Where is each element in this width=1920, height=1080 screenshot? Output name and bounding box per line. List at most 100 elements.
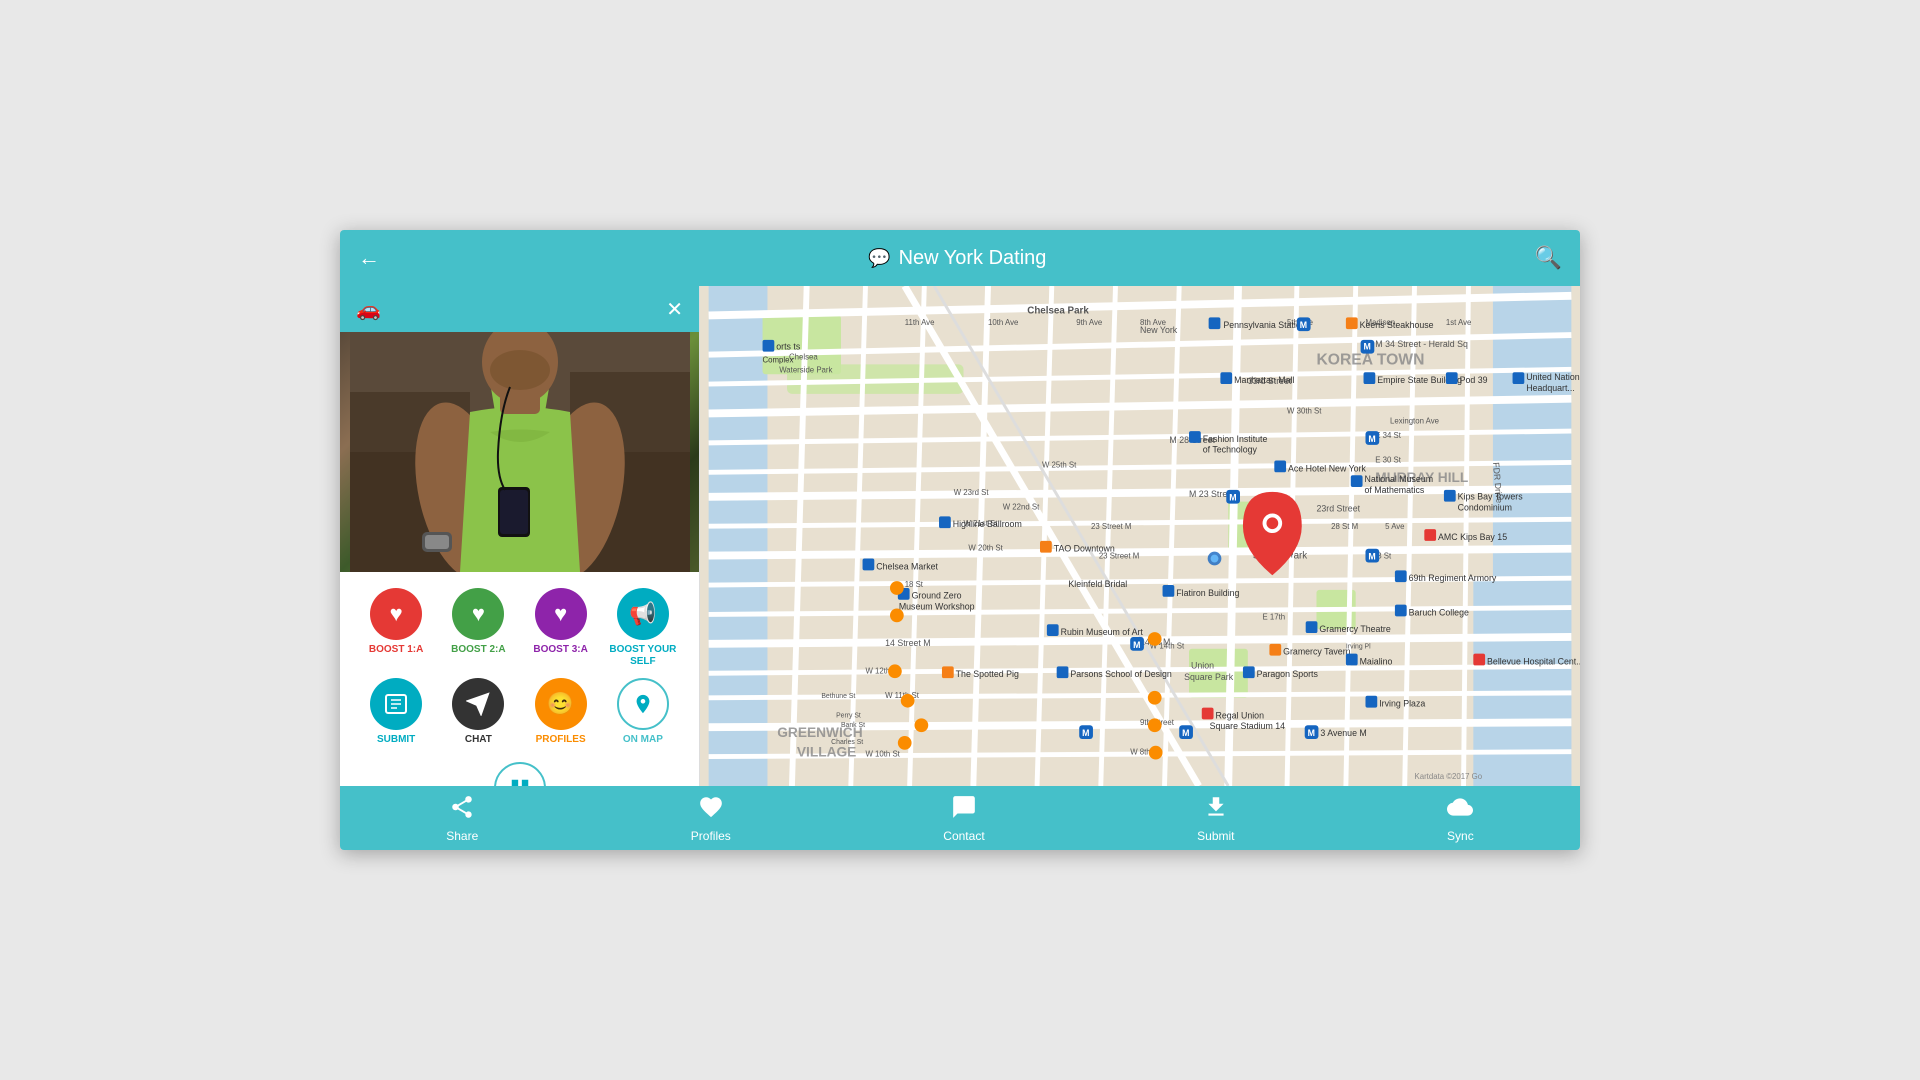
svg-text:E 17th: E 17th [1263, 612, 1286, 621]
svg-text:National Museum: National Museum [1365, 474, 1434, 484]
svg-text:Condominium: Condominium [1458, 503, 1512, 513]
svg-text:Square Park: Square Park [1184, 672, 1234, 682]
chat-button[interactable]: CHAT [442, 678, 514, 746]
svg-text:Gramercy Tavern: Gramercy Tavern [1283, 647, 1351, 657]
svg-text:Union: Union [1191, 660, 1214, 670]
boost-self-button[interactable]: 📢 BOOST YOUR SELF [607, 588, 679, 668]
map-svg: M 34 Street - Herald Sq 33rd Street W 30… [700, 286, 1580, 786]
header-title-wrap: 💬 New York Dating [868, 247, 1046, 270]
tab-share-label: Share [446, 829, 478, 843]
svg-text:69th Regiment Armory: 69th Regiment Armory [1409, 573, 1497, 583]
chat-label: CHAT [465, 734, 492, 746]
svg-text:Flatiron Building: Flatiron Building [1176, 588, 1239, 598]
profiles-tab-icon [698, 794, 724, 826]
svg-text:M: M [1182, 728, 1189, 738]
svg-text:Ace Hotel New York: Ace Hotel New York [1288, 463, 1366, 473]
svg-text:United Nation: United Nation [1526, 372, 1579, 382]
svg-text:E 34 St: E 34 St [1375, 431, 1401, 440]
svg-text:M: M [1133, 640, 1140, 650]
boost1-label: BOOST 1:A [369, 644, 423, 656]
tab-profiles[interactable]: Profiles [691, 794, 731, 843]
svg-text:Ground Zero: Ground Zero [912, 591, 962, 601]
svg-text:Manhattan Mall: Manhattan Mall [1234, 375, 1294, 385]
svg-text:E 30 St: E 30 St [1375, 455, 1401, 464]
svg-text:Highline Ballroom: Highline Ballroom [953, 519, 1022, 529]
submit-tab-icon [1203, 794, 1229, 826]
header-title: New York Dating [899, 247, 1047, 270]
profiles-icon: 😊 [535, 678, 587, 730]
svg-text:Museum Workshop: Museum Workshop [899, 602, 975, 612]
boost1-button[interactable]: ♥ BOOST 1:A [360, 588, 432, 668]
submit-icon [370, 678, 422, 730]
svg-text:Pod 39: Pod 39 [1460, 375, 1488, 385]
svg-text:VILLAGE: VILLAGE [797, 745, 856, 760]
boost3-icon: ♥ [535, 588, 587, 640]
tab-profiles-label: Profiles [691, 829, 731, 843]
search-button[interactable]: 🔍 [1535, 245, 1562, 271]
svg-text:1st Ave: 1st Ave [1446, 318, 1472, 327]
boost-self-label: BOOST YOUR SELF [607, 644, 679, 668]
svg-text:9th Ave: 9th Ave [1076, 318, 1102, 327]
sub-header: 🚗 ✕ [340, 286, 699, 332]
header-bar: ← 💬 New York Dating 🔍 [340, 230, 1580, 286]
svg-text:Parsons School of Design: Parsons School of Design [1070, 669, 1171, 679]
svg-text:Square Stadium 14: Square Stadium 14 [1210, 721, 1286, 731]
app-container: ← 💬 New York Dating 🔍 🚗 ✕ [340, 230, 1580, 850]
tab-contact-label: Contact [943, 829, 984, 843]
back-button[interactable]: ← [358, 245, 380, 271]
svg-text:Keens Steakhouse: Keens Steakhouse [1360, 320, 1434, 330]
svg-text:Rubin Museum of Art: Rubin Museum of Art [1061, 627, 1144, 637]
svg-text:Chelsea Park: Chelsea Park [1027, 305, 1089, 316]
grid-button[interactable] [494, 762, 546, 786]
contact-icon [951, 794, 977, 826]
svg-text:Regal Union: Regal Union [1215, 710, 1264, 720]
svg-text:18 St: 18 St [905, 580, 924, 589]
svg-text:Gramercy Theatre: Gramercy Theatre [1319, 624, 1390, 634]
boost3-button[interactable]: ♥ BOOST 3:A [525, 588, 597, 668]
close-button[interactable]: ✕ [666, 297, 683, 322]
svg-text:TAO Downtown: TAO Downtown [1054, 544, 1115, 554]
svg-text:KOREA TOWN: KOREA TOWN [1316, 351, 1424, 368]
submit-button[interactable]: SUBMIT [360, 678, 432, 746]
svg-text:Perry St: Perry St [836, 712, 861, 719]
svg-text:New York: New York [1140, 325, 1178, 335]
svg-text:M 34 Street - Herald Sq: M 34 Street - Herald Sq [1375, 339, 1468, 349]
svg-text:The Spotted Pig: The Spotted Pig [956, 669, 1019, 679]
boost2-label: BOOST 2:A [451, 644, 505, 656]
svg-text:Complex: Complex [763, 355, 794, 364]
svg-text:Kips Bay Towers: Kips Bay Towers [1458, 492, 1524, 502]
bottom-tab-bar: Share Profiles Contact [340, 786, 1580, 850]
tab-share[interactable]: Share [446, 794, 478, 843]
svg-text:Fashion Institute: Fashion Institute [1203, 434, 1268, 444]
tab-sync[interactable]: Sync [1447, 794, 1474, 843]
tab-contact[interactable]: Contact [943, 794, 984, 843]
sync-icon [1447, 794, 1473, 826]
boost2-button[interactable]: ♥ BOOST 2:A [442, 588, 514, 668]
svg-text:23rd Street: 23rd Street [1316, 503, 1360, 513]
svg-text:W 25th St: W 25th St [1042, 460, 1077, 469]
action-buttons-grid: ♥ BOOST 1:A ♥ BOOST 2:A ♥ BOOST 3:A 📢 BO… [340, 572, 699, 762]
header-chat-icon: 💬 [868, 248, 890, 269]
tab-submit[interactable]: Submit [1197, 794, 1234, 843]
svg-text:M: M [1082, 728, 1089, 738]
svg-text:Baruch College: Baruch College [1409, 607, 1469, 617]
on-map-button[interactable]: ON MAP [607, 678, 679, 746]
svg-text:W 20th St: W 20th St [968, 544, 1003, 553]
svg-text:Chelsea Market: Chelsea Market [876, 561, 938, 571]
boost2-icon: ♥ [452, 588, 504, 640]
profile-photo [340, 332, 699, 572]
boost3-label: BOOST 3:A [533, 644, 587, 656]
svg-text:Kleinfeld Bridal: Kleinfeld Bridal [1068, 579, 1127, 589]
svg-text:Bellevue Hospital Cent...: Bellevue Hospital Cent... [1487, 656, 1580, 666]
profiles-button[interactable]: 😊 PROFILES [525, 678, 597, 746]
svg-text:of Technology: of Technology [1203, 445, 1258, 455]
svg-text:Bethune St: Bethune St [821, 693, 855, 700]
svg-text:Paragon Sports: Paragon Sports [1257, 669, 1319, 679]
profile-image [340, 332, 699, 572]
svg-text:23 Street M: 23 Street M [1091, 522, 1131, 531]
profiles-label: PROFILES [536, 734, 586, 746]
grid-icon [494, 762, 546, 786]
on-map-icon [617, 678, 669, 730]
svg-text:14 Street M: 14 Street M [885, 638, 931, 648]
svg-text:Waterside Park: Waterside Park [779, 365, 832, 374]
